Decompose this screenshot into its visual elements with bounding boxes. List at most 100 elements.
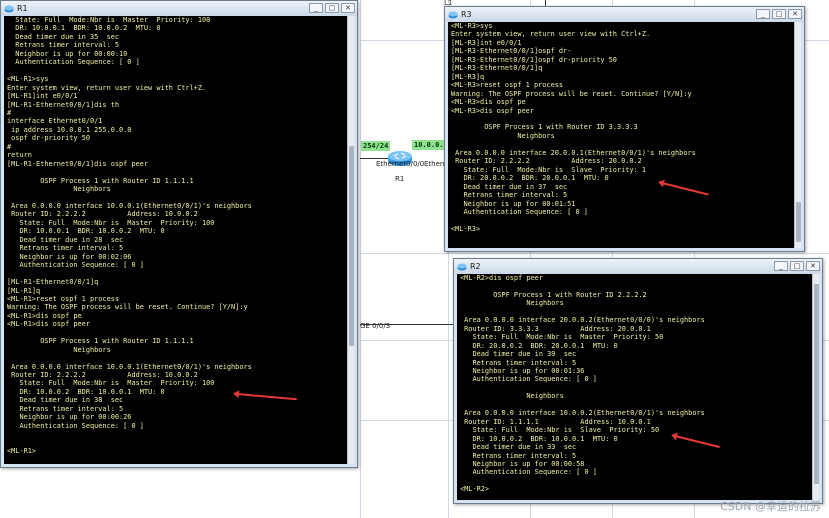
terminal-line: Dead timer due in 39 sec	[460, 350, 577, 359]
terminal-line: <ML-R2>	[460, 485, 490, 494]
router-name: R1	[395, 175, 405, 183]
terminal-line: Retrans timer interval: 5	[7, 404, 124, 413]
close-button[interactable]: ✕	[806, 261, 820, 271]
terminal-line: [ML-R1]q	[7, 286, 41, 295]
terminal-line: DR: 20.0.0.2 BDR: 20.0.0.1 MTU: 0	[460, 341, 618, 350]
terminal-line: Authentication Sequence: [ 0 ]	[7, 421, 144, 430]
scrollbar[interactable]	[347, 16, 354, 464]
terminal-line: Router ID: 1.1.1.1 Address: 10.0.0.1	[460, 417, 651, 426]
terminal-line: Retrans timer interval: 5	[460, 358, 577, 367]
terminal-line: <ML-R3>dis ospf peer	[451, 106, 534, 115]
terminal-line: Dead timer due in 33 sec	[460, 443, 577, 452]
close-button[interactable]: ✕	[788, 9, 802, 19]
terminal-line: Neighbor is up for 00:02:06	[7, 252, 132, 261]
terminal-line: [ML-R3]int e0/0/1	[451, 38, 522, 47]
terminal-line: Router ID: 3.3.3.3 Address: 20.0.0.1	[460, 324, 651, 333]
terminal-line: [ML-R3-Ethernet0/0/1]ospf dr-	[451, 47, 572, 56]
terminal-line: Neighbor is up for 00:00:26	[7, 413, 132, 422]
terminal-line: Warning: The OSPF process will be reset.…	[451, 89, 692, 98]
terminal-line: interface Ethernet0/0/1	[7, 117, 103, 126]
minimize-button[interactable]: _	[309, 3, 323, 13]
maximize-button[interactable]: □	[772, 9, 786, 19]
terminal-line: Neighbor is up for 00:00:10	[7, 49, 128, 58]
terminal-line: ip address 10.0.0.1 255.0.0.0	[7, 125, 132, 134]
terminal-window-r3[interactable]: R3 _ □ ✕ <ML-R3>sys Enter system view, re…	[444, 6, 805, 252]
terminal-output[interactable]: State: Full Mode:Nbr is Master Priority:…	[4, 16, 354, 464]
router-icon	[457, 263, 467, 270]
terminal-window-r2[interactable]: R2 _ □ ✕ <ML-R2>dis ospf peer OSPF Proce…	[453, 258, 823, 504]
window-titlebar[interactable]: R2 _ □ ✕	[454, 259, 822, 274]
minimize-button[interactable]: _	[756, 9, 770, 19]
terminal-line: Dead timer due in 37 sec	[451, 182, 568, 191]
terminal-line: OSPF Process 1 with Router ID 3.3.3.3	[451, 123, 638, 132]
maximize-button[interactable]: □	[325, 3, 339, 13]
terminal-window-r1[interactable]: R1 _ □ ✕ State: Full Mode:Nbr is Master …	[0, 0, 358, 468]
terminal-line: Neighbors	[7, 345, 111, 354]
link-line	[360, 324, 455, 325]
terminal-line: State: Full Mode:Nbr is Master Priority:…	[7, 16, 211, 24]
terminal-line: [ML-R1]int e0/0/1	[7, 92, 78, 101]
terminal-line: Enter system view, return user view with…	[451, 30, 651, 39]
terminal-line: #	[7, 108, 12, 117]
terminal-output[interactable]: <ML-R3>sys Enter system view, return user…	[448, 22, 801, 248]
router-icon	[448, 11, 458, 18]
terminal-line: Authentication Sequence: [ 0 ]	[7, 58, 140, 67]
terminal-line: <ML-R3>dis ospf pe	[451, 98, 526, 107]
terminal-line: Neighbor is up for 00:01:36	[460, 366, 585, 375]
terminal-text: State: Full Mode:Nbr is Master Priority:…	[4, 16, 354, 456]
terminal-line: #	[7, 142, 12, 151]
scroll-thumb[interactable]	[349, 146, 354, 346]
terminal-line: Dead timer due in 38 sec	[7, 396, 124, 405]
router-interface-label: Ethernet0/0/0	[376, 160, 425, 168]
terminal-line: ospf dr-priority 50	[7, 134, 90, 143]
terminal-output[interactable]: <ML-R2>dis ospf peer OSPF Process 1 with…	[457, 274, 819, 500]
terminal-line: Area 0.0.0.0 interface 20.0.0.1(Ethernet…	[451, 148, 696, 157]
terminal-line: State: Full Mode:Nbr is Slave Priority: …	[451, 165, 646, 174]
window-titlebar[interactable]: R1 _ □ ✕	[1, 1, 357, 16]
terminal-line: return	[7, 151, 32, 160]
watermark: CSDN @幸运的拉苏	[720, 500, 821, 513]
terminal-line: Neighbors	[460, 299, 564, 308]
terminal-line: <ML-R3>reset ospf 1 process	[451, 81, 564, 90]
terminal-line: State: Full Mode:Nbr is Master Priority:…	[7, 379, 215, 388]
terminal-line: Area 0.0.0.0 interface 10.0.0.2(Ethernet…	[460, 409, 705, 418]
window-title: R1	[17, 4, 28, 13]
terminal-line: <ML-R1>dis ospf pe	[7, 311, 82, 320]
window-titlebar[interactable]: R3 _ □ ✕	[445, 7, 804, 22]
terminal-line: Authentication Sequence: [ 0 ]	[460, 468, 597, 477]
scroll-thumb[interactable]	[796, 202, 801, 242]
minimize-button[interactable]: _	[774, 261, 788, 271]
terminal-line: [ML-R1-Ethernet0/0/1]dis ospf peer	[7, 159, 149, 168]
terminal-line: Enter system view, return user view with…	[7, 83, 207, 92]
terminal-line: <ML-R1>dis ospf peer	[7, 320, 90, 329]
terminal-line: DR: 10.0.0.1 BDR: 10.0.0.2 MTU: 0	[7, 227, 165, 236]
window-title: R3	[461, 10, 472, 19]
scroll-thumb[interactable]	[814, 284, 819, 484]
terminal-line: Neighbors	[460, 392, 564, 401]
terminal-line: State: Full Mode:Nbr is Slave Priority: …	[460, 426, 660, 435]
close-button[interactable]: ✕	[341, 3, 355, 13]
terminal-line: DR: 10.0.0.1 BDR: 10.0.0.2 MTU: 0	[7, 24, 161, 33]
scrollbar[interactable]	[812, 274, 819, 500]
terminal-line: State: Full Mode:Nbr is Master Priority:…	[7, 218, 215, 227]
terminal-line: Neighbors	[451, 131, 555, 140]
maximize-button[interactable]: □	[790, 261, 804, 271]
terminal-line: [ML-R3-Ethernet0/0/1]ospf dr-priority 50	[451, 55, 617, 64]
terminal-line: Router ID: 2.2.2.2 Address: 20.0.0.2	[451, 157, 642, 166]
terminal-line: Neighbors	[7, 185, 111, 194]
terminal-line: Area 0.0.0.0 interface 10.0.0.1(Ethernet…	[7, 362, 252, 371]
terminal-line: Authentication Sequence: [ 0 ]	[451, 207, 588, 216]
scrollbar[interactable]	[794, 22, 801, 248]
